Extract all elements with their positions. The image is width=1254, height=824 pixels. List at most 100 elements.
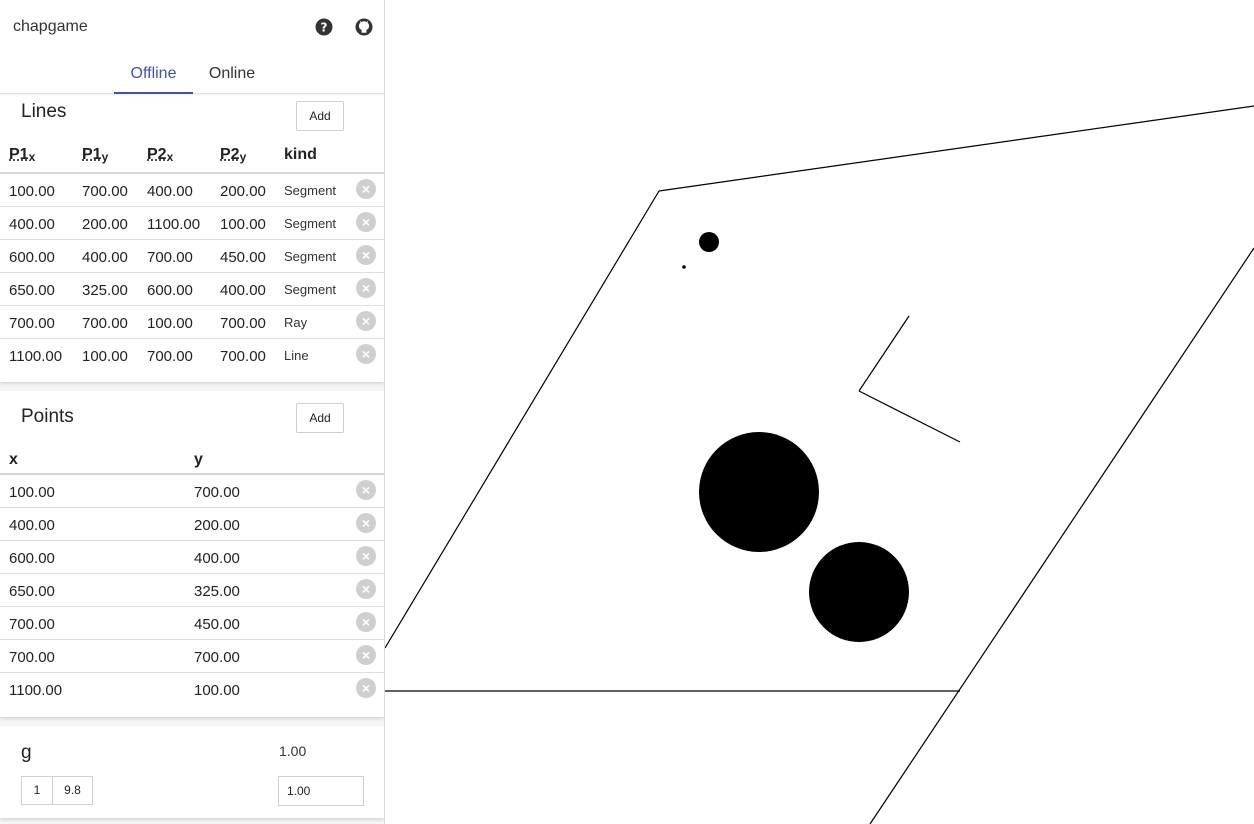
line-row: 100.00 700.00 400.00 200.00 Segment × bbox=[0, 174, 384, 207]
remove-line-button[interactable]: × bbox=[356, 344, 376, 364]
cell-x[interactable]: 700.00 bbox=[9, 616, 55, 633]
remove-line-button[interactable]: × bbox=[356, 179, 376, 199]
tab-online[interactable]: Online bbox=[193, 56, 271, 94]
cell-p1x[interactable]: 700.00 bbox=[9, 315, 55, 332]
canvas-line bbox=[858, 390, 961, 443]
cell-p1y[interactable]: 700.00 bbox=[82, 315, 128, 332]
canvas-line bbox=[385, 190, 660, 649]
points-table-header: x y bbox=[0, 449, 384, 475]
cell-p2x[interactable]: 700.00 bbox=[147, 348, 193, 365]
cell-p2x[interactable]: 1100.00 bbox=[147, 216, 200, 233]
cell-p1x[interactable]: 400.00 bbox=[9, 216, 55, 233]
cell-kind[interactable]: Segment bbox=[284, 216, 336, 231]
cell-y[interactable]: 450.00 bbox=[194, 616, 240, 633]
cell-y[interactable]: 400.00 bbox=[194, 550, 240, 567]
cell-p2x[interactable]: 600.00 bbox=[147, 282, 193, 299]
remove-point-button[interactable]: × bbox=[356, 645, 376, 665]
header-x: x bbox=[9, 451, 18, 468]
points-card: Points Add x y 100.00 700.00 × 400.00 20… bbox=[0, 391, 384, 717]
cell-p2y[interactable]: 450.00 bbox=[220, 249, 266, 266]
cell-x[interactable]: 600.00 bbox=[9, 550, 55, 567]
canvas-line bbox=[869, 247, 1254, 824]
remove-point-button[interactable]: × bbox=[356, 513, 376, 533]
cell-x[interactable]: 1100.00 bbox=[9, 682, 62, 699]
remove-line-button[interactable]: × bbox=[356, 311, 376, 331]
point-row: 1100.00 100.00 × bbox=[0, 673, 384, 706]
cell-p2y[interactable]: 700.00 bbox=[220, 315, 266, 332]
gravity-value: 1.00 bbox=[279, 743, 307, 759]
cell-p2y[interactable]: 200.00 bbox=[220, 183, 266, 200]
canvas-ball bbox=[682, 265, 686, 269]
add-line-button[interactable]: Add bbox=[296, 101, 344, 131]
cell-kind[interactable]: Ray bbox=[284, 315, 307, 330]
gravity-input[interactable] bbox=[278, 776, 364, 806]
gravity-preset-1-button[interactable]: 1 bbox=[21, 776, 53, 805]
add-point-button[interactable]: Add bbox=[296, 403, 344, 433]
line-row: 400.00 200.00 1100.00 100.00 Segment × bbox=[0, 207, 384, 240]
cell-p1y[interactable]: 700.00 bbox=[82, 183, 128, 200]
simulation-canvas[interactable] bbox=[385, 0, 1254, 824]
remove-point-button[interactable]: × bbox=[356, 678, 376, 698]
cell-x[interactable]: 100.00 bbox=[9, 484, 55, 501]
cell-p2x[interactable]: 100.00 bbox=[147, 315, 193, 332]
cell-p1y[interactable]: 100.00 bbox=[82, 348, 128, 365]
help-circle-icon[interactable]: ? bbox=[314, 17, 334, 37]
lines-card: Lines Add P1 x P1 y P2 x P2 y kind 100.00 70… bbox=[0, 95, 384, 382]
lines-table-header: P1 x P1 y P2 x P2 y kind bbox=[0, 145, 384, 174]
cell-p1y[interactable]: 200.00 bbox=[82, 216, 128, 233]
github-icon[interactable] bbox=[354, 17, 374, 37]
remove-point-button[interactable]: × bbox=[356, 480, 376, 500]
lines-title: Lines bbox=[21, 101, 67, 122]
app-title: chapgame bbox=[13, 18, 88, 35]
cell-kind[interactable]: Segment bbox=[284, 183, 336, 198]
cell-x[interactable]: 400.00 bbox=[9, 517, 55, 534]
cell-x[interactable]: 700.00 bbox=[9, 649, 55, 666]
gravity-label: g bbox=[21, 742, 32, 763]
line-row: 1100.00 100.00 700.00 700.00 Line × bbox=[0, 339, 384, 372]
gravity-preset-9-8-button[interactable]: 9.8 bbox=[52, 776, 93, 805]
line-row: 700.00 700.00 100.00 700.00 Ray × bbox=[0, 306, 384, 339]
tab-offline[interactable]: Offline bbox=[114, 56, 193, 94]
header-p1y: P1 y bbox=[82, 146, 109, 164]
cell-x[interactable]: 650.00 bbox=[9, 583, 55, 600]
remove-line-button[interactable]: × bbox=[356, 245, 376, 265]
cell-p2x[interactable]: 400.00 bbox=[147, 183, 193, 200]
points-title: Points bbox=[21, 406, 74, 427]
canvas-ball bbox=[809, 542, 909, 642]
app-header: chapgame ? Offline Online bbox=[0, 0, 384, 94]
cell-p1x[interactable]: 600.00 bbox=[9, 249, 55, 266]
line-row: 600.00 400.00 700.00 450.00 Segment × bbox=[0, 240, 384, 273]
canvas-line bbox=[658, 105, 1254, 192]
remove-point-button[interactable]: × bbox=[356, 579, 376, 599]
cell-p1x[interactable]: 1100.00 bbox=[9, 348, 62, 365]
cell-p2y[interactable]: 400.00 bbox=[220, 282, 266, 299]
header-kind: kind bbox=[284, 146, 317, 163]
cell-y[interactable]: 200.00 bbox=[194, 517, 240, 534]
point-row: 400.00 200.00 × bbox=[0, 508, 384, 541]
canvas-ball bbox=[699, 432, 819, 552]
cell-kind[interactable]: Line bbox=[284, 348, 309, 363]
svg-text:?: ? bbox=[321, 21, 328, 35]
point-row: 700.00 700.00 × bbox=[0, 640, 384, 673]
cell-y[interactable]: 100.00 bbox=[194, 682, 240, 699]
cell-kind[interactable]: Segment bbox=[284, 249, 336, 264]
cell-y[interactable]: 700.00 bbox=[194, 484, 240, 501]
cell-p2x[interactable]: 700.00 bbox=[147, 249, 193, 266]
cell-p1y[interactable]: 325.00 bbox=[82, 282, 128, 299]
remove-line-button[interactable]: × bbox=[356, 212, 376, 232]
canvas-ball bbox=[699, 232, 719, 252]
cell-y[interactable]: 700.00 bbox=[194, 649, 240, 666]
line-row: 650.00 325.00 600.00 400.00 Segment × bbox=[0, 273, 384, 306]
remove-point-button[interactable]: × bbox=[356, 612, 376, 632]
cell-p2y[interactable]: 100.00 bbox=[220, 216, 266, 233]
cell-kind[interactable]: Segment bbox=[284, 282, 336, 297]
cell-p1x[interactable]: 650.00 bbox=[9, 282, 55, 299]
cell-p1x[interactable]: 100.00 bbox=[9, 183, 55, 200]
cell-p2y[interactable]: 700.00 bbox=[220, 348, 266, 365]
cell-p1y[interactable]: 400.00 bbox=[82, 249, 128, 266]
header-p2x: P2 x bbox=[147, 146, 174, 164]
point-row: 700.00 450.00 × bbox=[0, 607, 384, 640]
remove-line-button[interactable]: × bbox=[356, 278, 376, 298]
cell-y[interactable]: 325.00 bbox=[194, 583, 240, 600]
remove-point-button[interactable]: × bbox=[356, 546, 376, 566]
